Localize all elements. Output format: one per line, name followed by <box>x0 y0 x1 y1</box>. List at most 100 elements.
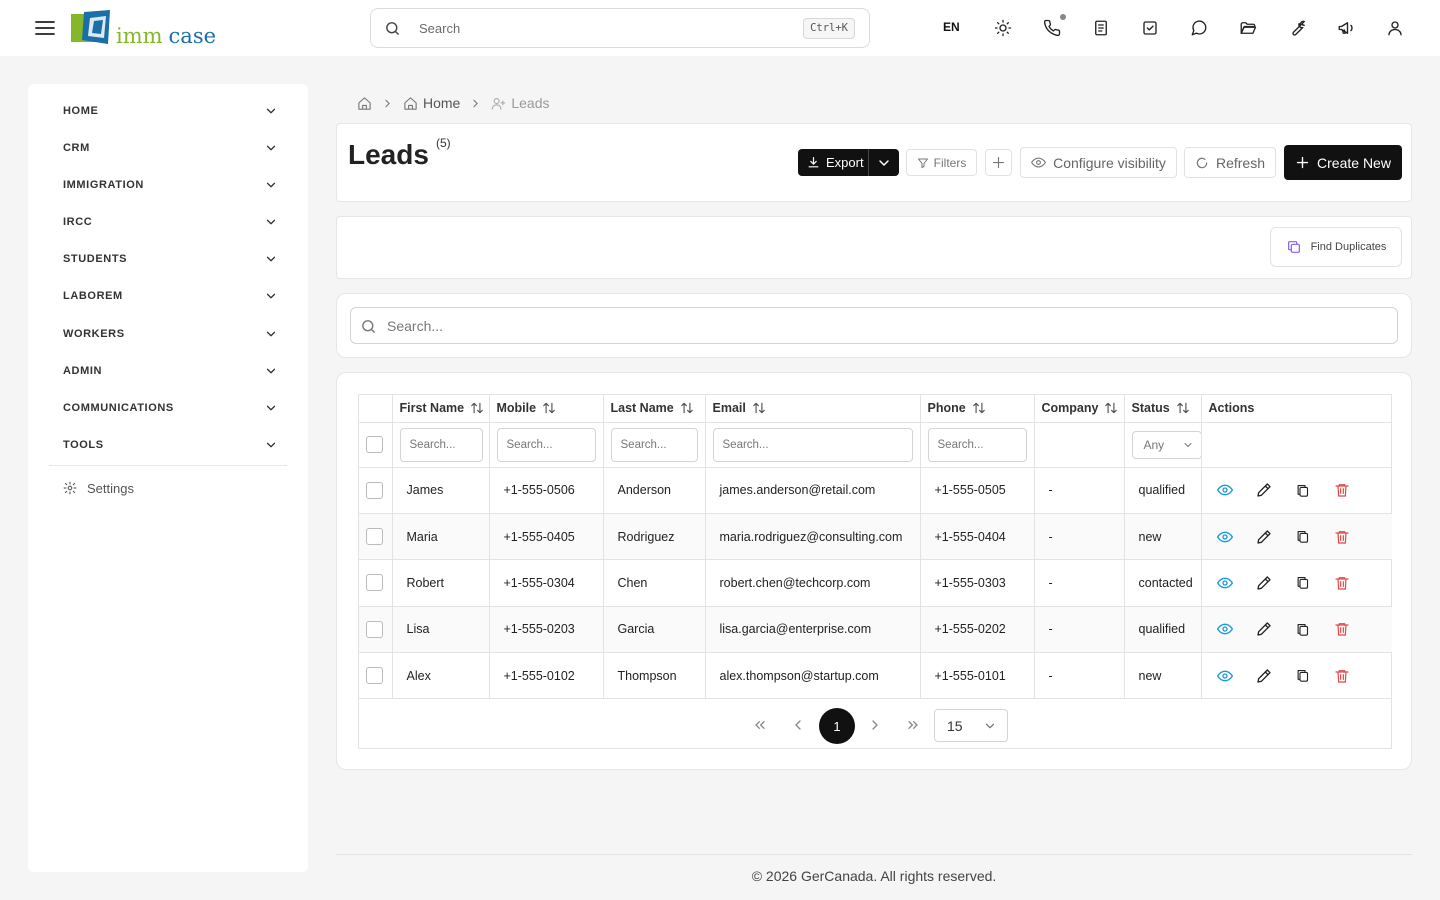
sort-icon[interactable] <box>680 401 694 415</box>
sidebar-item-settings[interactable]: Settings <box>63 477 134 499</box>
row-checkbox[interactable] <box>366 528 383 546</box>
notes-icon[interactable] <box>1089 16 1113 40</box>
next-page-icon[interactable] <box>863 713 887 737</box>
sidebar-item-home[interactable]: HOME <box>63 100 278 122</box>
edit-icon[interactable] <box>1255 481 1273 499</box>
prev-page-icon[interactable] <box>786 713 810 737</box>
duplicate-icon[interactable] <box>1294 574 1312 592</box>
user-icon[interactable] <box>1383 16 1407 40</box>
sort-icon[interactable] <box>1104 401 1118 415</box>
view-icon[interactable] <box>1216 667 1234 685</box>
row-checkbox[interactable] <box>366 620 383 638</box>
trash-icon[interactable] <box>1333 574 1351 592</box>
page-size-select[interactable]: 15 <box>934 709 1008 742</box>
last-page-icon[interactable] <box>901 713 925 737</box>
filters-button[interactable]: Filters <box>906 149 977 176</box>
phone-icon[interactable] <box>1040 16 1064 40</box>
view-icon[interactable] <box>1216 481 1234 499</box>
wrench-icon[interactable] <box>1285 16 1309 40</box>
trash-icon[interactable] <box>1333 620 1351 638</box>
sidebar-item-workers[interactable]: WORKERS <box>63 323 278 345</box>
megaphone-icon[interactable] <box>1334 16 1358 40</box>
table-search[interactable] <box>350 307 1398 344</box>
row-checkbox[interactable] <box>366 667 383 685</box>
table-search-input[interactable] <box>387 316 1287 336</box>
sidebar-item-students[interactable]: STUDENTS <box>63 248 278 270</box>
view-icon[interactable] <box>1216 528 1234 546</box>
breadcrumb: Home Leads <box>357 93 550 113</box>
global-search[interactable]: Ctrl+K <box>370 8 870 48</box>
sidebar-item-communications[interactable]: COMMUNICATIONS <box>63 397 278 419</box>
sort-icon[interactable] <box>752 401 766 415</box>
status-filter-select[interactable]: Any <box>1131 430 1200 459</box>
table-row[interactable]: Robert +1-555-0304 Chen robert.chen@tech… <box>359 559 1392 607</box>
cell-email: lisa.garcia@enterprise.com <box>705 606 921 654</box>
column-header-last-name[interactable]: Last Name <box>603 395 706 423</box>
row-checkbox[interactable] <box>366 481 383 499</box>
create-new-button[interactable]: Create New <box>1284 145 1402 180</box>
trash-icon[interactable] <box>1333 481 1351 499</box>
filter-mobile-input[interactable] <box>496 427 596 462</box>
column-header-first-name[interactable]: First Name <box>392 395 490 423</box>
sidebar-item-tools[interactable]: TOOLS <box>63 434 278 456</box>
folder-icon[interactable] <box>1236 16 1260 40</box>
menu-icon[interactable] <box>33 16 57 40</box>
tasks-icon[interactable] <box>1138 16 1162 40</box>
filter-last-name-input[interactable] <box>610 427 698 462</box>
theme-toggle-icon[interactable] <box>991 16 1015 40</box>
duplicate-icon[interactable] <box>1294 481 1312 499</box>
column-header-email[interactable]: Email <box>705 395 921 423</box>
filter-email-input[interactable] <box>712 427 913 462</box>
sort-icon[interactable] <box>972 401 986 415</box>
sidebar-item-laborem[interactable]: LABOREM <box>63 285 278 307</box>
export-dropdown-toggle[interactable] <box>868 149 899 176</box>
duplicate-icon[interactable] <box>1294 667 1312 685</box>
duplicate-icon[interactable] <box>1294 620 1312 638</box>
table-row[interactable]: James +1-555-0506 Anderson james.anderso… <box>359 467 1392 514</box>
add-filter-button[interactable] <box>985 149 1012 176</box>
sort-icon[interactable] <box>470 401 484 415</box>
cell-last-name: Thompson <box>603 652 706 700</box>
global-search-input[interactable] <box>419 18 779 38</box>
cell-email: alex.thompson@startup.com <box>705 652 921 700</box>
refresh-button[interactable]: Refresh <box>1184 147 1276 178</box>
column-header-company[interactable]: Company <box>1034 395 1125 423</box>
trash-icon[interactable] <box>1333 667 1351 685</box>
chat-icon[interactable] <box>1187 16 1211 40</box>
view-icon[interactable] <box>1216 620 1234 638</box>
filter-phone-input[interactable] <box>927 427 1027 462</box>
edit-icon[interactable] <box>1255 528 1273 546</box>
sort-icon[interactable] <box>542 401 556 415</box>
sidebar-item-admin[interactable]: ADMIN <box>63 360 278 382</box>
export-button[interactable]: Export <box>798 149 899 176</box>
table-row[interactable]: Maria +1-555-0405 Rodriguez maria.rodrig… <box>359 513 1392 561</box>
select-all-checkbox[interactable] <box>366 436 383 453</box>
breadcrumb-root[interactable] <box>357 96 372 111</box>
cell-first-name: Lisa <box>392 606 490 654</box>
language-switcher[interactable]: EN <box>943 20 960 34</box>
sidebar-item-crm[interactable]: CRM <box>63 137 278 159</box>
table-row[interactable]: Lisa +1-555-0203 Garcia lisa.garcia@ente… <box>359 606 1392 654</box>
trash-icon[interactable] <box>1333 528 1351 546</box>
sort-icon[interactable] <box>1176 401 1190 415</box>
edit-icon[interactable] <box>1255 620 1273 638</box>
column-header-status[interactable]: Status <box>1124 395 1202 423</box>
table-row[interactable]: Alex +1-555-0102 Thompson alex.thompson@… <box>359 652 1392 700</box>
filter-first-name-input[interactable] <box>399 427 483 462</box>
first-page-icon[interactable] <box>748 713 772 737</box>
sidebar-item-immigration[interactable]: IMMIGRATION <box>63 174 278 196</box>
export-main[interactable]: Export <box>798 149 868 176</box>
sidebar-item-ircc[interactable]: IRCC <box>63 211 278 233</box>
edit-icon[interactable] <box>1255 574 1273 592</box>
duplicate-icon[interactable] <box>1294 528 1312 546</box>
edit-icon[interactable] <box>1255 667 1273 685</box>
configure-visibility-button[interactable]: Configure visibility <box>1020 147 1177 178</box>
column-header-phone[interactable]: Phone <box>920 395 1035 423</box>
breadcrumb-home[interactable]: Home <box>403 95 460 111</box>
find-duplicates-button[interactable]: Find Duplicates <box>1270 227 1402 267</box>
view-icon[interactable] <box>1216 574 1234 592</box>
row-checkbox[interactable] <box>366 574 383 592</box>
page-button-current[interactable]: 1 <box>819 708 855 744</box>
column-header-mobile[interactable]: Mobile <box>489 395 604 423</box>
cell-mobile: +1-555-0506 <box>489 467 604 514</box>
